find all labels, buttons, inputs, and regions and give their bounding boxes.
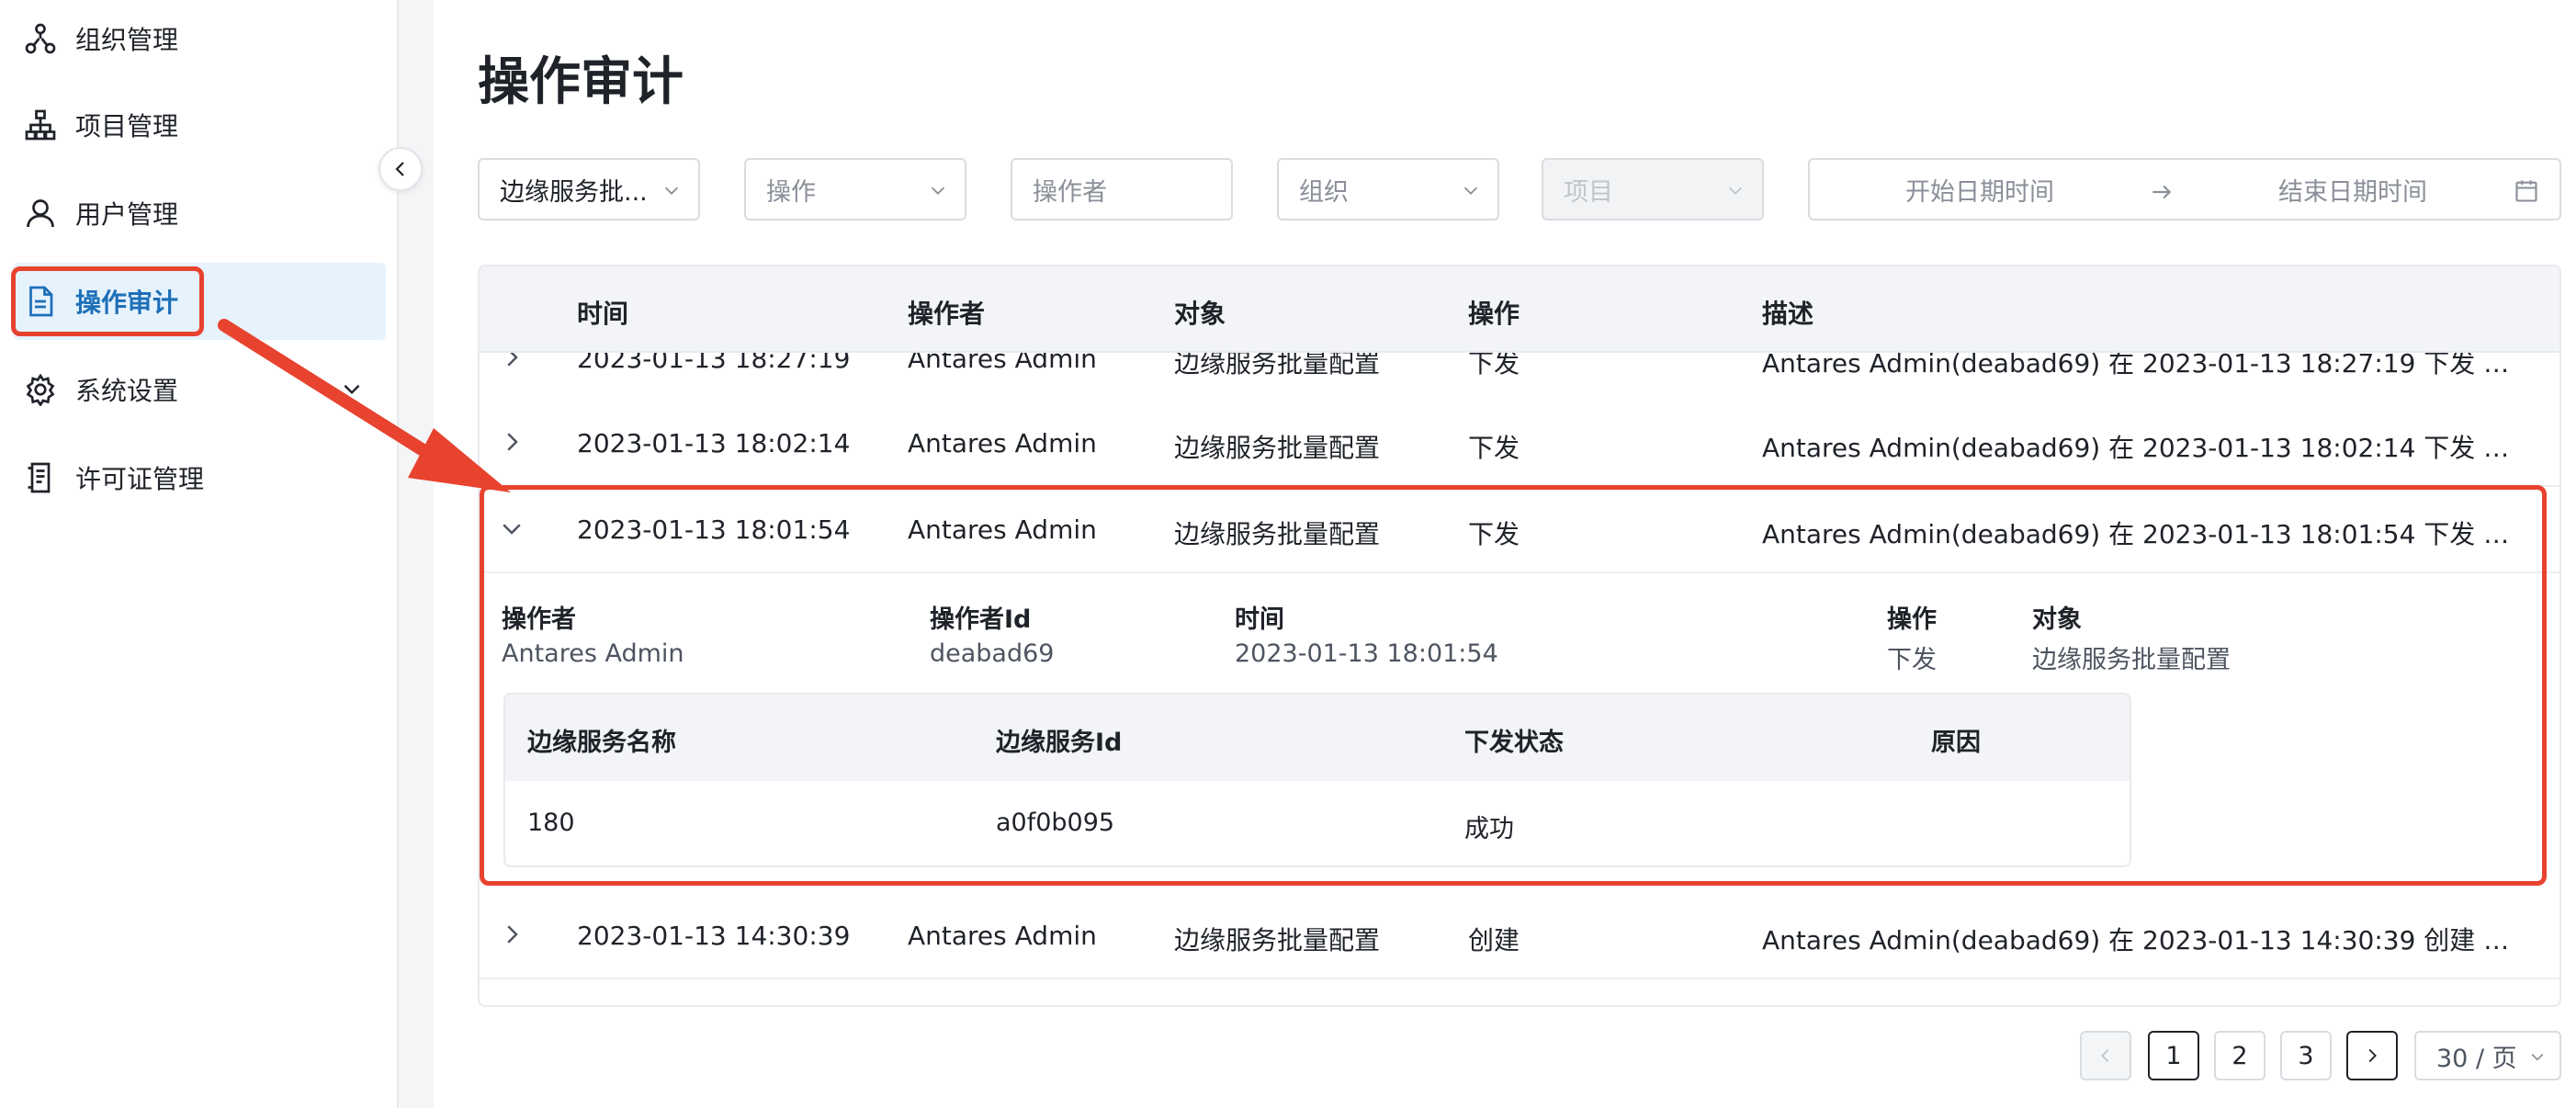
page-size-select[interactable]: 30 / 页: [2414, 1031, 2561, 1080]
audit-table: 时间 操作者 对象 操作 描述 2023-01-13 18:27:19 Anta…: [478, 265, 2561, 1007]
chevron-down-icon: [2531, 1053, 2544, 1061]
sidebar-item-user-management[interactable]: 用户管理: [13, 175, 386, 252]
subtable-header: 边缘服务名称 边缘服务Id 下发状态 原因: [505, 695, 2130, 781]
sidebar-item-project-management[interactable]: 项目管理: [13, 86, 386, 164]
edge-service-subtable: 边缘服务名称 边缘服务Id 下发状态 原因 180 a0f0b095 成功: [503, 693, 2131, 867]
project-select: 项目: [1542, 158, 1764, 220]
sidebar-item-label: 操作审计: [75, 288, 179, 318]
detail-operator-label: 操作者: [502, 605, 576, 634]
cell-description: Antares Admin(deabad69) 在 2023-01-13 18:…: [1762, 519, 2525, 549]
operator-input-placeholder: 操作者: [1033, 177, 1107, 207]
detail-operator-id-value: deabad69: [930, 639, 1055, 668]
chevron-down-icon: [664, 187, 679, 195]
sidebar-item-label: 许可证管理: [75, 464, 205, 494]
sidebar-item-system-settings[interactable]: 系统设置: [13, 351, 386, 428]
sidebar-item-label: 组织管理: [75, 25, 179, 55]
column-header-operator: 操作者: [908, 299, 986, 329]
page-size-value: 30 / 页: [2436, 1044, 2517, 1073]
chevron-right-icon[interactable]: [498, 428, 525, 456]
cell-object: 边缘服务批量配置: [1174, 519, 1381, 549]
page-button-2[interactable]: 2: [2214, 1031, 2265, 1080]
chevron-right-icon[interactable]: [498, 921, 525, 948]
license-icon: [24, 461, 57, 494]
cell-operation: 下发: [1468, 519, 1520, 549]
end-date-input[interactable]: 结束日期时间: [2278, 172, 2427, 208]
cell-operation: 创建: [1468, 925, 1520, 955]
column-header-operation: 操作: [1468, 299, 1520, 329]
detail-operation-value: 下发: [1887, 646, 1937, 674]
detail-object-value: 边缘服务批量配置: [2032, 646, 2231, 674]
table-row-expanded[interactable]: 2023-01-13 18:01:54 Antares Admin 边缘服务批量…: [480, 487, 2559, 573]
org-select-placeholder: 组织: [1299, 177, 1349, 207]
start-date-input[interactable]: 开始日期时间: [1905, 172, 2054, 208]
prev-page-button[interactable]: [2080, 1031, 2131, 1080]
operation-select-placeholder: 操作: [766, 177, 816, 207]
chevron-down-icon: [344, 384, 360, 395]
cell-operator: Antares Admin: [908, 514, 1097, 545]
chevron-right-icon: [2368, 1048, 2377, 1063]
detail-operation-label: 操作: [1887, 605, 1937, 634]
subtable-header-name: 边缘服务名称: [527, 729, 676, 757]
detail-time-value: 2023-01-13 18:01:54: [1235, 639, 1498, 668]
column-header-object: 对象: [1174, 299, 1226, 329]
page-button-3[interactable]: 3: [2280, 1031, 2332, 1080]
chevron-left-icon: [395, 162, 404, 176]
subtable-cell-status: 成功: [1464, 815, 1514, 843]
sidebar-item-label: 项目管理: [75, 111, 179, 141]
sidebar-collapse-button[interactable]: [378, 147, 423, 191]
document-icon: [24, 285, 57, 318]
page-title: 操作审计: [478, 52, 684, 112]
sidebar-item-label: 系统设置: [75, 376, 179, 406]
cell-time: 2023-01-13 18:01:54: [577, 514, 851, 545]
cell-operation: 下发: [1468, 433, 1520, 463]
org-select[interactable]: 组织: [1277, 158, 1499, 220]
sidebar-item-label: 用户管理: [75, 199, 179, 230]
cell-time: 2023-01-13 18:02:14: [577, 428, 851, 458]
object-select[interactable]: 边缘服务批...: [478, 158, 700, 220]
chevron-down-icon: [1728, 187, 1743, 195]
table-row[interactable]: 2023-01-13 18:02:14 Antares Admin 边缘服务批量…: [480, 401, 2559, 487]
user-icon: [24, 197, 57, 230]
next-page-button[interactable]: [2346, 1031, 2398, 1080]
detail-object-label: 对象: [2032, 605, 2082, 634]
detail-operator-id-label: 操作者Id: [930, 605, 1032, 634]
subtable-header-id: 边缘服务Id: [996, 729, 1123, 757]
calendar-icon: [2515, 180, 2537, 202]
cell-object: 边缘服务批量配置: [1174, 925, 1381, 955]
sidebar: 组织管理 项目管理 用户管理 操作审计 系统设置 许可证管理: [0, 0, 399, 1108]
chevron-down-icon[interactable]: [498, 514, 525, 542]
chevron-left-icon: [2101, 1048, 2109, 1063]
cell-operator: Antares Admin: [908, 428, 1097, 458]
object-select-value: 边缘服务批...: [500, 177, 648, 207]
detail-operator-value: Antares Admin: [502, 639, 684, 668]
sidebar-item-license-management[interactable]: 许可证管理: [13, 439, 386, 516]
operator-input[interactable]: 操作者: [1011, 158, 1233, 220]
cell-object: 边缘服务批量配置: [1174, 433, 1381, 463]
cell-time: 2023-01-13 14:30:39: [577, 921, 851, 951]
subtable-cell-id: a0f0b095: [996, 808, 1115, 837]
cell-operator: Antares Admin: [908, 921, 1097, 951]
hierarchy-icon: [24, 108, 57, 141]
cell-description: Antares Admin(deabad69) 在 2023-01-13 18:…: [1762, 433, 2525, 463]
page-button-1[interactable]: 1: [2148, 1031, 2199, 1080]
cell-description: Antares Admin(deabad69) 在 2023-01-13 14:…: [1762, 925, 2525, 955]
chevron-down-icon: [931, 187, 945, 195]
gear-icon: [24, 373, 57, 406]
column-header-description: 描述: [1762, 299, 1814, 329]
sidebar-item-operation-audit[interactable]: 操作审计: [13, 263, 386, 340]
table-header: 时间 操作者 对象 操作 描述: [480, 266, 2559, 353]
arrow-right-icon: [2152, 185, 2172, 199]
table-row[interactable]: 2023-01-13 14:30:39 Antares Admin 边缘服务批量…: [480, 893, 2559, 979]
subtable-cell-name: 180: [527, 808, 575, 837]
chevron-down-icon: [1463, 187, 1478, 195]
project-select-placeholder: 项目: [1564, 177, 1613, 207]
sidebar-item-org-management[interactable]: 组织管理: [13, 0, 386, 77]
column-header-time: 时间: [577, 299, 629, 329]
subtable-header-status: 下发状态: [1464, 729, 1564, 757]
detail-time-label: 时间: [1235, 605, 1284, 634]
org-structure-icon: [24, 22, 57, 55]
subtable-header-reason: 原因: [1931, 729, 1981, 757]
date-range-picker[interactable]: 开始日期时间 结束日期时间: [1808, 158, 2561, 220]
operation-select[interactable]: 操作: [744, 158, 966, 220]
